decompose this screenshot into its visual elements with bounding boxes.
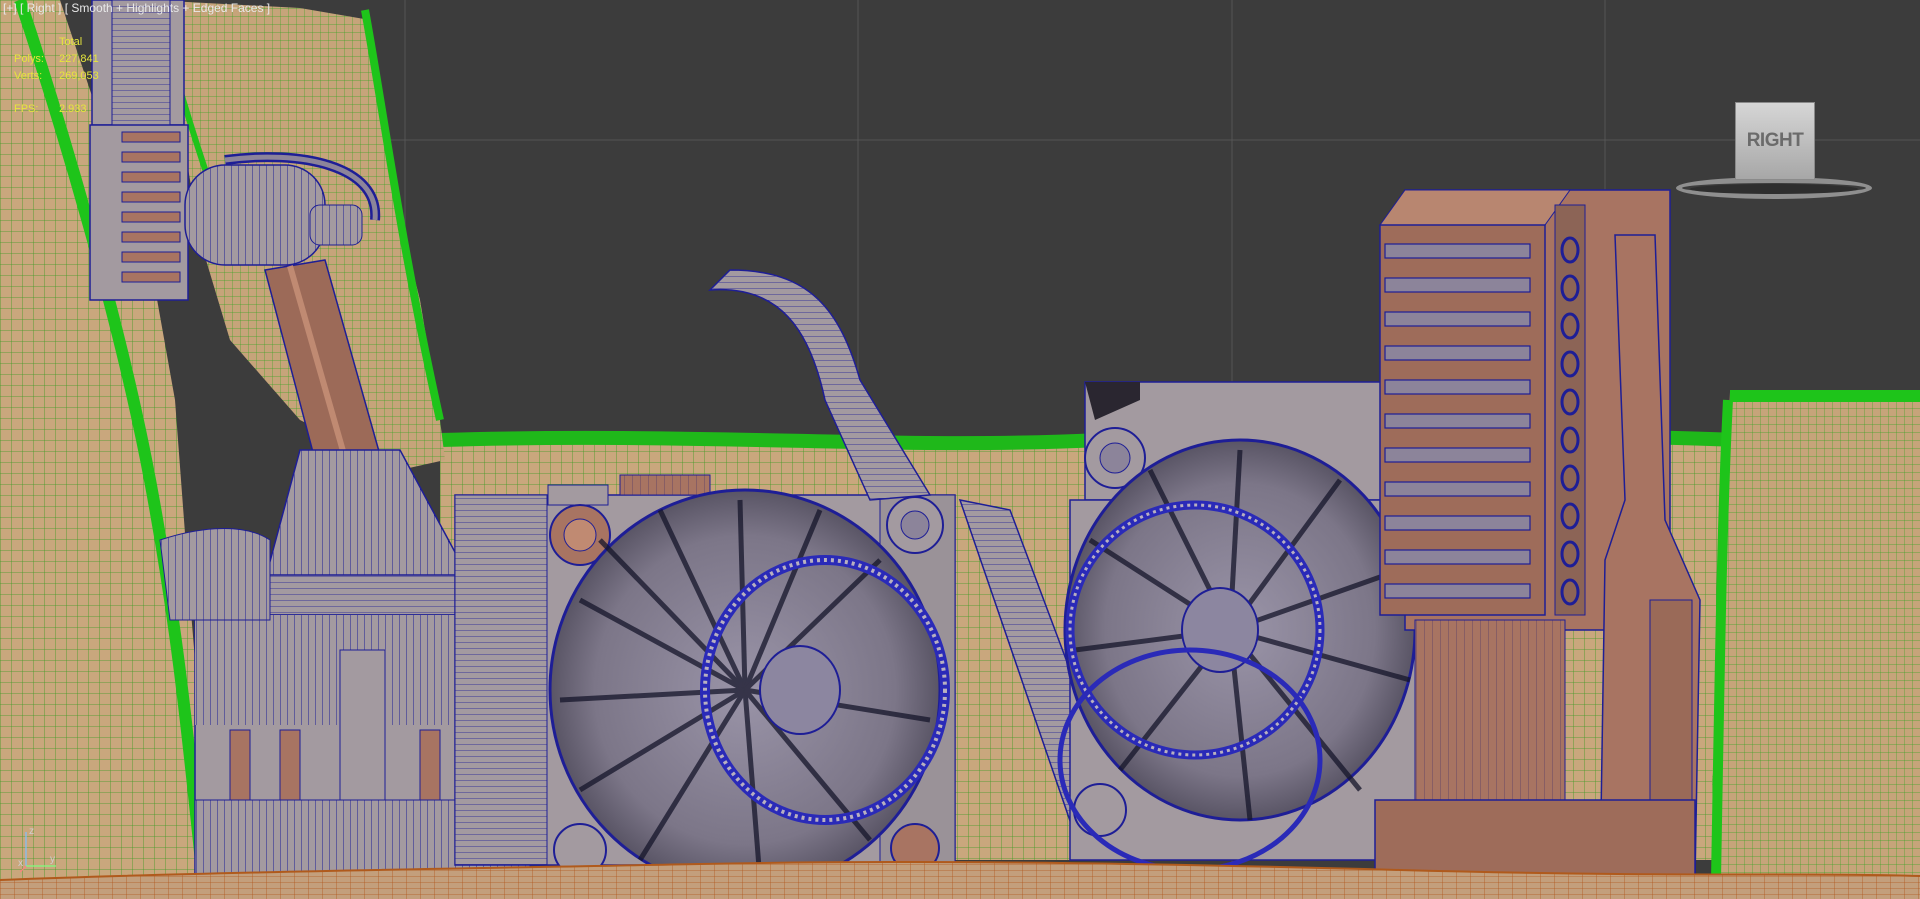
- fps-label: FPS:: [14, 103, 39, 115]
- right-tower: [1374, 189, 1701, 881]
- stats-overlay: Total Polys: 227,841 Verts: 269,053 FPS: 2.…: [14, 34, 99, 118]
- stats-fps-row: FPS: 2.933: [14, 101, 99, 118]
- terrain-right-cliff: [1711, 390, 1920, 881]
- viewcube-ring-shadow: [1690, 184, 1858, 194]
- scene-render[interactable]: [0, 0, 1920, 899]
- viewcube[interactable]: RIGHT: [1676, 102, 1876, 202]
- stats-header-row: Total: [14, 34, 99, 51]
- axis-tripod-icon: z y x: [18, 826, 64, 873]
- stats-header: Total: [59, 36, 83, 48]
- left-turbine: [454, 269, 956, 892]
- 3d-viewport[interactable]: [+] [ Right ] [ Smooth + Highlights + Ed…: [0, 0, 1920, 899]
- viewcube-right-face[interactable]: RIGHT: [1735, 102, 1815, 180]
- axis-z-label: z: [29, 826, 34, 837]
- stats-polys-row: Polys: 227,841: [14, 51, 99, 68]
- axis-x-label: x: [18, 858, 23, 869]
- polys-label: Polys:: [14, 53, 44, 65]
- right-turbine: [1057, 381, 1421, 873]
- stats-verts-row: Verts: 269,053: [14, 68, 99, 85]
- axis-y-label: y: [50, 854, 55, 865]
- verts-value: 269,053: [59, 70, 99, 82]
- fps-value: 2.933: [59, 103, 87, 115]
- polys-value: 227,841: [59, 53, 99, 65]
- verts-label: Verts:: [14, 70, 43, 82]
- axis-tripod-graphic: [19, 832, 56, 873]
- viewport-label-menu[interactable]: [+] [ Right ] [ Smooth + Highlights + Ed…: [0, 0, 273, 16]
